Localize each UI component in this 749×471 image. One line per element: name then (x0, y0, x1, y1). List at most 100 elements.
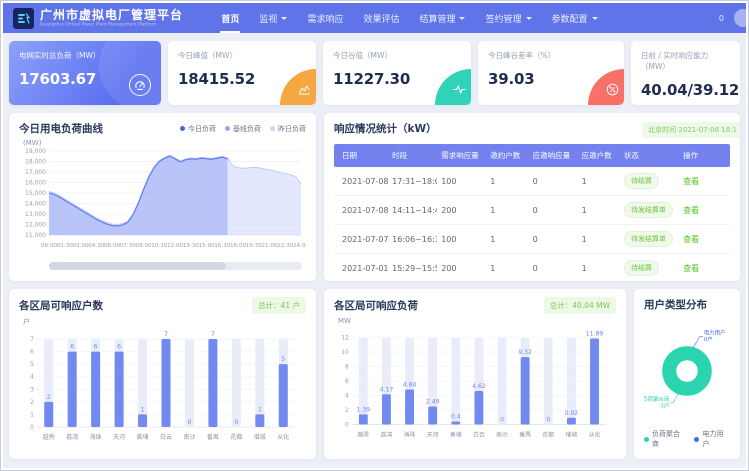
bar-番禺[interactable] (208, 339, 217, 427)
bar-荔湾[interactable] (68, 352, 77, 427)
kpi-value: 40.04/39.12 (641, 81, 730, 99)
chevron-down-icon (592, 17, 598, 23)
bar-荔湾[interactable] (382, 394, 391, 424)
user-type-title: 用户类型分布 (644, 297, 730, 312)
district-load-chart[interactable]: 0246810121.39越秀4.17荔湾4.84海珠2.49天河0.4黄埔4.… (334, 325, 612, 447)
legend-dot (694, 437, 699, 442)
svg-text:0: 0 (345, 422, 349, 428)
legend-item[interactable]: 基线负荷 (225, 124, 261, 134)
bar-category-label: 番禺 (519, 431, 531, 438)
table-row: 2021-07-0814:11~14:41200101待发结算单查看 (334, 196, 730, 225)
view-link[interactable]: 查看 (683, 177, 699, 186)
chevron-down-icon (281, 17, 287, 23)
bar-category-label: 黄埔 (450, 430, 462, 438)
view-link[interactable]: 查看 (683, 206, 699, 215)
table-cell: 待发结算单 (620, 225, 679, 254)
app-window: 广州市虚拟电厂管理平台 Guangzhou Virtual Power Plan… (0, 0, 749, 471)
nav-params[interactable]: 参数配置 (542, 3, 608, 33)
chevron-down-icon (459, 17, 465, 23)
donut-callout-count: 0户 (704, 335, 713, 343)
svg-text:6: 6 (30, 349, 34, 356)
table-cell: 2021-07-07 (334, 225, 388, 254)
bar-增城[interactable] (567, 418, 576, 425)
nav-demand-response[interactable]: 需求响应 (297, 3, 353, 33)
legend-item[interactable]: 电力用户 (694, 429, 730, 449)
bar-天河[interactable] (115, 352, 124, 427)
table-cell: 17:31~18:01 (388, 167, 437, 196)
district-users-chart[interactable]: 012345672越秀6荔湾6海珠6天河1黄埔7白云0南沙7番禺0花都1增城5从… (19, 327, 301, 449)
legend-label: 昨日负荷 (278, 124, 306, 134)
view-link[interactable]: 查看 (683, 235, 699, 244)
legend-item[interactable]: 负荷聚合商 (644, 429, 686, 449)
svg-text:2: 2 (345, 408, 349, 414)
table-cell: 待发结算单 (620, 196, 679, 225)
bar-白云[interactable] (162, 339, 171, 427)
legend-dot (225, 126, 230, 131)
bar-越秀[interactable] (359, 414, 368, 424)
bar-从化[interactable] (590, 338, 599, 424)
bar-海珠[interactable] (91, 352, 100, 427)
svg-text:10:30: 10:30 (151, 243, 168, 249)
nav-settlement[interactable]: 结算管理 (409, 3, 475, 33)
nav-home[interactable]: 首页 (211, 3, 249, 33)
svg-text:5: 5 (30, 361, 34, 368)
table-cell: 200 (437, 196, 486, 225)
table-cell: 0 (529, 196, 578, 225)
bar-track (498, 338, 507, 425)
load-curve-chart[interactable]: 19,00018,00017,00016,00015,00014,00013,0… (19, 147, 306, 255)
bar-value-label: 9.32 (518, 349, 532, 356)
nav-effect-eval[interactable]: 效果评估 (353, 3, 409, 33)
svg-text:14,000: 14,000 (25, 201, 46, 208)
load-curve-title: 今日用电负荷曲线 (19, 121, 103, 136)
nav-monitor[interactable]: 监视 (249, 3, 297, 33)
donut-ring[interactable] (669, 353, 705, 389)
bar-番禺[interactable] (521, 357, 530, 424)
legend-label: 电力用户 (702, 429, 730, 449)
svg-text:13,000: 13,000 (25, 211, 46, 218)
table-cell: 1 (486, 196, 528, 225)
bar-海珠[interactable] (405, 389, 414, 424)
user-type-donut-chart[interactable]: 电力用户0户负荷聚合商3户 (644, 319, 730, 423)
chart-zoom-slider-fill[interactable] (49, 262, 226, 270)
svg-text:6: 6 (345, 379, 349, 385)
load-curve-unit: (MW) (23, 139, 306, 147)
kpi-peak-valley-rate: 今日峰谷差率（%）39.03 (478, 41, 624, 105)
table-row: 2021-07-0817:31~18:01100101待结算查看 (334, 167, 730, 196)
legend-item[interactable]: 昨日负荷 (270, 124, 306, 134)
legend-label: 今日负荷 (188, 124, 216, 134)
kpi-today-valley: 今日谷值（MW）11227.30 (323, 41, 471, 105)
kpi-label: 今日峰谷差率（%） (488, 50, 614, 61)
donut-callout-count: 3户 (660, 401, 669, 409)
status-badge: 待发结算单 (624, 202, 673, 218)
bar-category-label: 南沙 (183, 433, 195, 441)
view-link[interactable]: 查看 (683, 264, 699, 273)
bar-白云[interactable] (474, 391, 483, 424)
table-cell: 1 (486, 254, 528, 282)
chart-zoom-slider[interactable] (49, 262, 302, 270)
bar-value-label: 0 (234, 419, 238, 426)
bar-value-label: 7 (164, 331, 168, 338)
user-type-legend: 负荷聚合商电力用户 (644, 429, 730, 451)
bar-从化[interactable] (279, 364, 288, 427)
area-series-今日负荷 (49, 156, 228, 235)
status-badge: 待结算 (624, 260, 659, 276)
table-cell: 查看 (679, 254, 730, 282)
legend-item[interactable]: 今日负荷 (180, 124, 216, 134)
bar-天河[interactable] (428, 406, 437, 424)
nav-label: 效果评估 (363, 12, 399, 25)
bar-value-label: 4.62 (472, 383, 486, 390)
bar-增城[interactable] (255, 414, 264, 427)
bar-黄埔[interactable] (138, 414, 147, 427)
bar-category-label: 番禺 (207, 434, 219, 441)
avatar[interactable] (734, 9, 749, 27)
donut-callout-name: 电力用户 (704, 328, 726, 336)
nav-contract[interactable]: 签约管理 (475, 3, 541, 33)
nav-label: 签约管理 (485, 12, 521, 25)
nav-label: 需求响应 (307, 12, 343, 25)
status-badge: 待发结算单 (624, 231, 673, 247)
kpi-row: 电网实时总负荷（MW）17603.67今日峰值（MW）18415.52今日谷值（… (9, 41, 740, 105)
bar-越秀[interactable] (44, 402, 53, 427)
notification-count[interactable]: 0 (719, 14, 724, 23)
table-cell: 14:11~14:41 (388, 196, 437, 225)
bar-黄埔[interactable] (451, 422, 460, 425)
